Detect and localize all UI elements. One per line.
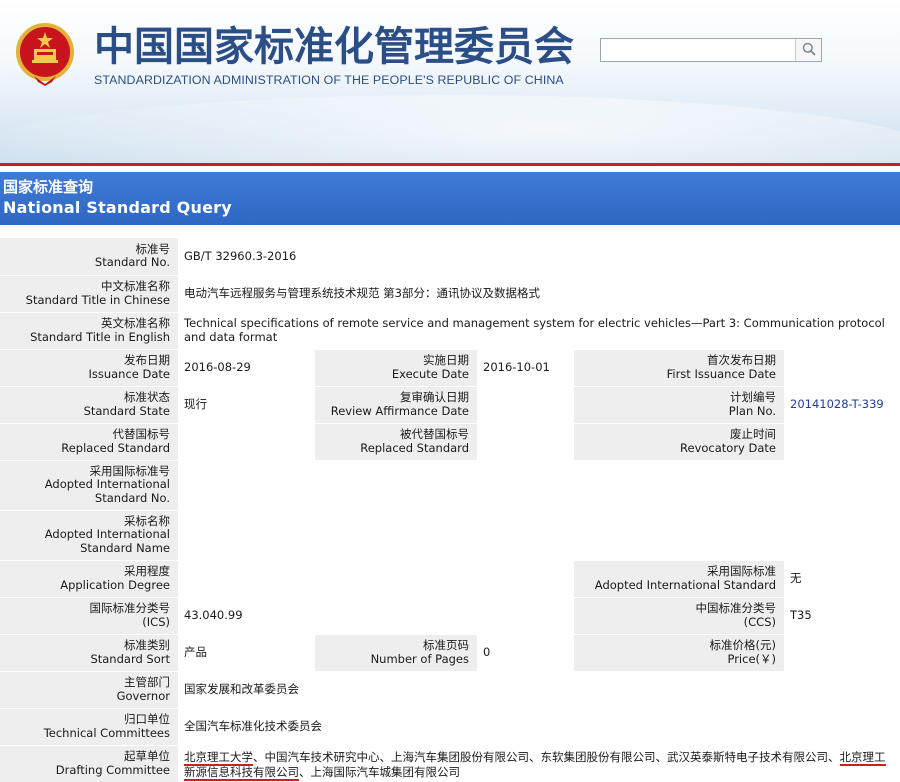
table-row: 标准类别 Standard Sort 产品 标准页码 Number of Pag… xyxy=(0,634,900,672)
section-banner: 国家标准查询 National Standard Query xyxy=(0,172,900,225)
search-box xyxy=(600,38,822,62)
value-standard-state: 现行 xyxy=(178,386,315,424)
search-icon xyxy=(802,41,816,60)
value-replaced-by xyxy=(477,423,574,461)
table-row: 国际标准分类号 (ICS) 43.040.99 中国标准分类号 (CCS) T3… xyxy=(0,597,900,635)
label-standard-state: 标准状态 Standard State xyxy=(0,386,178,424)
value-replaced-standard xyxy=(178,423,315,461)
label-revocatory-date: 废止时间 Revocatory Date xyxy=(574,423,784,461)
standard-info-table: 标准号 Standard No. GB/T 32960.3-2016 中文标准名… xyxy=(0,238,900,782)
national-emblem-icon[interactable] xyxy=(14,22,76,86)
table-row: 中文标准名称 Standard Title in Chinese 电动汽车远程服… xyxy=(0,275,900,313)
search-input[interactable] xyxy=(601,39,795,61)
section-title-cn: 国家标准查询 xyxy=(3,178,94,196)
drafting-org-list-tail: 、上海国际汽车城集团有限公司 xyxy=(299,765,460,779)
label-review-affirmance-date: 复审确认日期 Review Affirmance Date xyxy=(315,386,477,424)
site-title-cn: 中国国家标准化管理委员会 xyxy=(94,24,574,70)
value-title-cn: 电动汽车远程服务与管理系统技术规范 第3部分：通讯协议及数据格式 xyxy=(178,275,900,313)
label-replaced-by: 被代替国标号 Replaced Standard xyxy=(315,423,477,461)
section-title-en: National Standard Query xyxy=(3,198,232,217)
value-standard-no: GB/T 32960.3-2016 xyxy=(178,238,900,276)
value-price xyxy=(784,634,900,672)
value-drafting-committee: 北京理工大学、中国汽车技术研究中心、上海汽车集团股份有限公司、东软集团股份有限公… xyxy=(178,745,900,782)
label-governor: 主管部门 Governor xyxy=(0,671,178,709)
value-ics: 43.040.99 xyxy=(178,597,574,635)
table-row: 起草单位 Drafting Committee 北京理工大学、中国汽车技术研究中… xyxy=(0,745,900,782)
label-plan-no: 计划编号 Plan No. xyxy=(574,386,784,424)
value-adopted-intl-standard: 无 xyxy=(784,560,900,598)
table-row: 采用国际标准号 Adopted International Standard N… xyxy=(0,460,900,511)
value-review-affirmance-date xyxy=(477,386,574,424)
value-adopted-intl-no xyxy=(178,460,900,511)
label-standard-sort: 标准类别 Standard Sort xyxy=(0,634,178,672)
value-execute-date: 2016-10-01 xyxy=(477,349,574,387)
value-application-degree xyxy=(178,560,574,598)
label-number-of-pages: 标准页码 Number of Pages xyxy=(315,634,477,672)
value-number-of-pages: 0 xyxy=(477,634,574,672)
table-row: 主管部门 Governor 国家发展和改革委员会 xyxy=(0,671,900,709)
label-adopted-intl-no: 采用国际标准号 Adopted International Standard N… xyxy=(0,460,178,511)
label-application-degree: 采用程度 Application Degree xyxy=(0,560,178,598)
value-technical-committees: 全国汽车标准化技术委员会 xyxy=(178,708,900,746)
label-execute-date: 实施日期 Execute Date xyxy=(315,349,477,387)
label-ccs: 中国标准分类号 (CCS) xyxy=(574,597,784,635)
value-revocatory-date xyxy=(784,423,900,461)
search-button[interactable] xyxy=(795,39,821,61)
drafting-org-bit: 北京理工大学 xyxy=(184,750,253,766)
site-header: 中国国家标准化管理委员会 STANDARDIZATION ADMINISTRAT… xyxy=(0,0,900,165)
label-adopted-intl-standard: 采用国际标准 Adopted International Standard xyxy=(574,560,784,598)
table-row: 英文标准名称 Standard Title in English Technic… xyxy=(0,312,900,350)
label-ics: 国际标准分类号 (ICS) xyxy=(0,597,178,635)
label-issuance-date: 发布日期 Issuance Date xyxy=(0,349,178,387)
table-row: 标准状态 Standard State 现行 复审确认日期 Review Aff… xyxy=(0,386,900,424)
header-background-wave xyxy=(0,95,900,165)
label-technical-committees: 归口单位 Technical Committees xyxy=(0,708,178,746)
drafting-org-list: 、中国汽车技术研究中心、上海汽车集团股份有限公司、东软集团股份有限公司、武汉英泰… xyxy=(253,750,840,764)
value-standard-sort: 产品 xyxy=(178,634,315,672)
value-first-issuance-date xyxy=(784,349,900,387)
table-row: 采标名称 Adopted International Standard Name xyxy=(0,510,900,561)
value-adopted-intl-name xyxy=(178,510,900,561)
label-drafting-committee: 起草单位 Drafting Committee xyxy=(0,745,178,782)
table-row: 发布日期 Issuance Date 2016-08-29 实施日期 Execu… xyxy=(0,349,900,387)
plan-no-link[interactable]: 20141028-T-339 xyxy=(784,386,900,424)
label-standard-no: 标准号 Standard No. xyxy=(0,238,178,276)
header-red-divider xyxy=(0,163,900,166)
value-title-en: Technical specifications of remote servi… xyxy=(178,312,900,350)
label-title-cn: 中文标准名称 Standard Title in Chinese xyxy=(0,275,178,313)
label-adopted-intl-name: 采标名称 Adopted International Standard Name xyxy=(0,510,178,561)
value-governor: 国家发展和改革委员会 xyxy=(178,671,900,709)
value-ccs: T35 xyxy=(784,597,900,635)
value-issuance-date: 2016-08-29 xyxy=(178,349,315,387)
label-replaced-standard: 代替国标号 Replaced Standard xyxy=(0,423,178,461)
site-title-en: STANDARDIZATION ADMINISTRATION OF THE PE… xyxy=(94,73,564,87)
label-title-en: 英文标准名称 Standard Title in English xyxy=(0,312,178,350)
table-row: 采用程度 Application Degree 采用国际标准 Adopted I… xyxy=(0,560,900,598)
table-row: 标准号 Standard No. GB/T 32960.3-2016 xyxy=(0,238,900,276)
table-row: 归口单位 Technical Committees 全国汽车标准化技术委员会 xyxy=(0,708,900,746)
label-price: 标准价格(元) Price(￥) xyxy=(574,634,784,672)
label-first-issuance-date: 首次发布日期 First Issuance Date xyxy=(574,349,784,387)
table-row: 代替国标号 Replaced Standard 被代替国标号 Replaced … xyxy=(0,423,900,461)
